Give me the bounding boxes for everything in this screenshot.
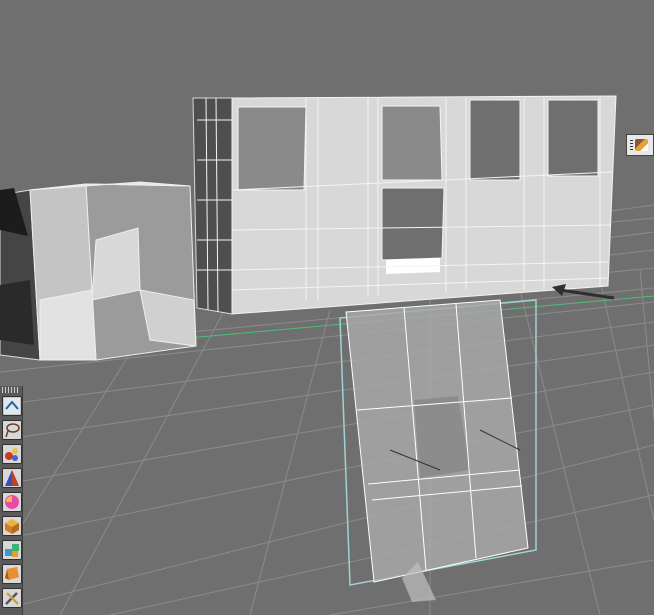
cluster-icon[interactable] xyxy=(2,540,22,560)
color-sphere-icon[interactable] xyxy=(2,492,22,512)
cone-icon[interactable] xyxy=(2,468,22,488)
paint-icon[interactable] xyxy=(2,444,22,464)
lasso-icon[interactable] xyxy=(2,420,22,440)
tools-icon[interactable] xyxy=(2,588,22,608)
3d-viewport[interactable] xyxy=(0,0,654,615)
shelf-grip-handle[interactable] xyxy=(2,387,20,393)
tool-shelf xyxy=(0,386,23,615)
material-thumbnail-icon[interactable] xyxy=(626,134,654,156)
transform-icon[interactable] xyxy=(2,396,22,416)
box-icon[interactable] xyxy=(2,564,22,584)
cube-mesh[interactable] xyxy=(0,181,197,361)
building-wall-mesh[interactable] xyxy=(192,95,617,315)
cube-icon[interactable] xyxy=(2,516,22,536)
